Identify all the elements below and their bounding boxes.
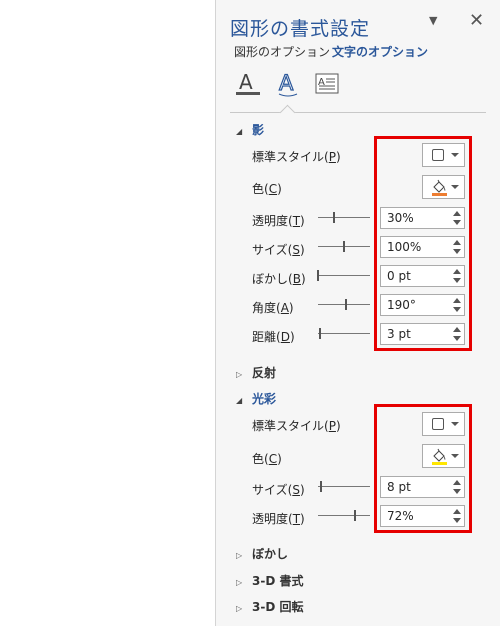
glow-preset-label: 標準スタイル(P) <box>252 419 341 433</box>
section-reflection-header[interactable]: ▷ 反射 <box>236 364 276 381</box>
spin-down-icon[interactable] <box>453 307 461 312</box>
section-3d-rotation-header[interactable]: ▷ 3-D 回転 <box>236 598 303 615</box>
shadow-color-swatch <box>432 193 447 196</box>
pane-title: 図形の書式設定 <box>230 18 371 40</box>
spin-down-icon[interactable] <box>453 249 461 254</box>
expand-triangle-icon: ▷ <box>236 604 243 613</box>
shadow-color-label: 色(C) <box>252 182 282 196</box>
shadow-transparency-spin[interactable]: 30% <box>380 207 465 229</box>
preset-square-icon <box>432 149 444 161</box>
paint-bucket-icon <box>432 179 447 196</box>
spin-up-icon[interactable] <box>453 240 461 245</box>
spin-up-icon[interactable] <box>453 298 461 303</box>
section-soft-edges-header[interactable]: ▷ ぼかし <box>236 545 288 562</box>
document-area <box>0 0 215 626</box>
spin-down-icon[interactable] <box>453 278 461 283</box>
section-shadow-header[interactable]: ◢ 影 <box>236 121 264 138</box>
section-3d-format-header[interactable]: ▷ 3-D 書式 <box>236 572 303 589</box>
expand-triangle-icon: ▷ <box>236 370 243 379</box>
shadow-angle-label: 角度(A) <box>252 301 294 315</box>
chevron-down-icon <box>451 422 459 426</box>
glow-transparency-slider[interactable] <box>316 509 372 523</box>
tab-text-options[interactable]: 文字のオプション <box>332 43 428 60</box>
paint-bucket-icon <box>432 448 447 465</box>
shadow-size-spin[interactable]: 100% <box>380 236 465 258</box>
glow-transparency-label: 透明度(T) <box>252 512 305 526</box>
text-effects-icon[interactable]: A <box>273 70 303 98</box>
tab-shape-options[interactable]: 図形のオプション <box>234 43 330 60</box>
slider-thumb[interactable] <box>319 481 322 492</box>
shadow-transparency-slider[interactable] <box>316 211 372 225</box>
shadow-blur-spin[interactable]: 0 pt <box>380 265 465 287</box>
spin-up-icon[interactable] <box>453 480 461 485</box>
shadow-angle-slider[interactable] <box>316 298 372 312</box>
spin-up-icon[interactable] <box>453 269 461 274</box>
spin-up-icon[interactable] <box>453 211 461 216</box>
text-fill-outline-icon[interactable]: A <box>233 70 263 98</box>
svg-text:A: A <box>279 71 294 95</box>
shadow-blur-slider[interactable] <box>316 269 372 283</box>
glow-size-label: サイズ(S) <box>252 483 305 497</box>
chevron-down-icon <box>451 153 459 157</box>
shadow-color-dropdown[interactable] <box>422 175 465 199</box>
glow-color-label: 色(C) <box>252 452 282 466</box>
glow-color-dropdown[interactable] <box>422 444 465 468</box>
glow-transparency-spin[interactable]: 72% <box>380 505 465 527</box>
selected-tab-pointer <box>279 104 296 121</box>
spin-down-icon[interactable] <box>453 336 461 341</box>
collapse-triangle-icon: ◢ <box>236 396 243 405</box>
section-glow-header[interactable]: ◢ 光彩 <box>236 390 276 407</box>
shadow-preset-dropdown[interactable] <box>422 143 465 167</box>
glow-size-slider[interactable] <box>316 480 372 494</box>
expand-triangle-icon: ▷ <box>236 551 243 560</box>
shadow-preset-label: 標準スタイル(P) <box>252 150 341 164</box>
close-icon[interactable]: ✕ <box>469 10 484 31</box>
slider-thumb[interactable] <box>332 212 335 223</box>
shadow-blur-label: ぼかし(B) <box>252 272 306 286</box>
tab-divider <box>230 112 486 113</box>
textbox-icon[interactable]: A <box>313 70 343 98</box>
spin-down-icon[interactable] <box>453 518 461 523</box>
shadow-distance-label: 距離(D) <box>252 330 295 344</box>
slider-thumb[interactable] <box>354 510 357 521</box>
shadow-transparency-label: 透明度(T) <box>252 214 305 228</box>
pane-options-chevron-icon[interactable]: ▼ <box>429 14 437 27</box>
slider-thumb[interactable] <box>343 241 345 252</box>
spin-up-icon[interactable] <box>453 509 461 514</box>
svg-text:A: A <box>239 70 253 94</box>
spin-up-icon[interactable] <box>453 327 461 332</box>
chevron-down-icon <box>451 185 459 189</box>
glow-size-spin[interactable]: 8 pt <box>380 476 465 498</box>
glow-preset-dropdown[interactable] <box>422 412 465 436</box>
slider-thumb[interactable] <box>318 328 321 339</box>
spin-down-icon[interactable] <box>453 220 461 225</box>
shadow-size-label: サイズ(S) <box>252 243 305 257</box>
preset-square-icon <box>432 418 444 430</box>
collapse-triangle-icon: ◢ <box>236 127 243 136</box>
slider-thumb[interactable] <box>344 299 347 310</box>
shadow-distance-slider[interactable] <box>316 327 372 341</box>
slider-thumb[interactable] <box>317 270 319 281</box>
expand-triangle-icon: ▷ <box>236 578 243 587</box>
spin-down-icon[interactable] <box>453 489 461 494</box>
shadow-angle-spin[interactable]: 190° <box>380 294 465 316</box>
glow-color-swatch <box>432 462 447 465</box>
shadow-distance-spin[interactable]: 3 pt <box>380 323 465 345</box>
format-shape-pane: 図形の書式設定 ▼ ✕ 図形のオプション 文字のオプション A A A ◢影 <box>215 0 500 626</box>
chevron-down-icon <box>451 454 459 458</box>
shadow-size-slider[interactable] <box>316 240 372 254</box>
